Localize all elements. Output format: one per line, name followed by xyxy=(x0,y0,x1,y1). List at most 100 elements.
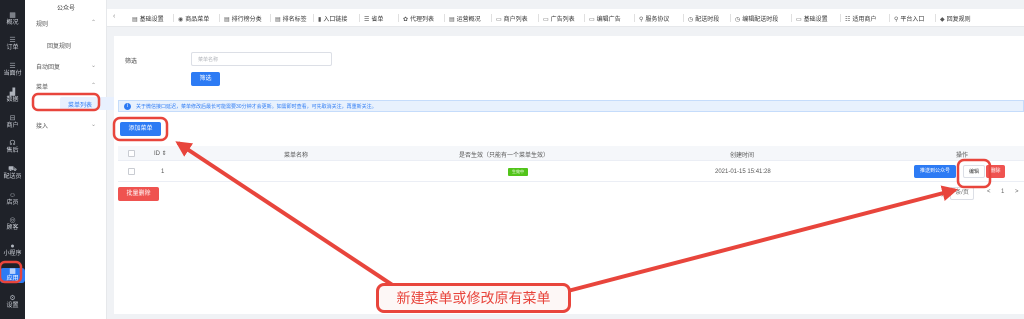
list-icon: ☰ xyxy=(9,37,16,44)
tab-divider xyxy=(538,14,539,22)
pager-next-icon[interactable]: > xyxy=(1015,189,1019,195)
select-all-checkbox[interactable] xyxy=(128,150,135,157)
tab-9[interactable]: ▭ 广告列表 xyxy=(543,14,575,23)
submenu-group[interactable]: 菜单 xyxy=(36,82,48,91)
cell-created: 2021-01-15 15:41:28 xyxy=(715,169,771,175)
tab-7[interactable]: ▤ 运营概况 xyxy=(449,14,481,23)
user-icon: ☺ xyxy=(8,192,17,199)
info-icon: i xyxy=(124,103,131,110)
nav-item-10[interactable]: ▦ 应用 xyxy=(0,268,25,283)
tab-label: 运营概况 xyxy=(456,17,481,23)
tab-icon: ⚲ xyxy=(894,17,899,23)
nav-item-label: 店员 xyxy=(6,200,19,206)
add-menu-button[interactable]: 添加菜单 xyxy=(120,122,161,136)
tab-divider xyxy=(889,14,890,22)
nav-item-4[interactable]: ⊟ 商户 xyxy=(0,115,25,130)
tab-divider xyxy=(634,14,635,22)
tab-scroll-left-icon[interactable]: ‹ xyxy=(113,13,115,20)
tab-icon: ▮ xyxy=(318,17,322,23)
pager-total: 共 xyxy=(941,192,948,198)
delete-button[interactable]: 删除 xyxy=(986,165,1005,178)
push-to-official-account-button[interactable]: 推送到公众号 xyxy=(914,165,956,178)
nav-item-5[interactable]: ☊ 售后 xyxy=(0,140,25,155)
tab-4[interactable]: ▮ 入口链接 xyxy=(318,14,347,23)
tab-6[interactable]: ✿ 代理列表 xyxy=(403,14,434,23)
col-created: 创建时间 xyxy=(730,153,755,159)
nav-item-label: 应用 xyxy=(6,276,19,282)
nav-item-label: 配送员 xyxy=(3,174,22,180)
nav-item-label: 设置 xyxy=(6,303,19,309)
tab-icon: ◷ xyxy=(735,17,741,23)
tab-icon: ▭ xyxy=(589,17,595,23)
tab-13[interactable]: ◷ 编辑配送时段 xyxy=(735,14,778,23)
submenu-title: 公众号 xyxy=(56,6,75,12)
tab-2[interactable]: ▤ 排行榜分类 xyxy=(224,14,262,23)
tab-label: 编辑广告 xyxy=(596,17,621,23)
headset-icon: ☊ xyxy=(9,140,16,147)
bubble-icon: ● xyxy=(10,243,15,250)
submenu-group[interactable]: 规则 xyxy=(36,19,48,28)
filter-button[interactable]: 筛选 xyxy=(191,72,220,86)
nav-item-label: 商户 xyxy=(6,123,19,129)
shop-icon: ⊟ xyxy=(9,115,16,122)
nav-item-3[interactable]: ▟ 数据 xyxy=(0,89,25,104)
tab-icon: ☰ xyxy=(364,17,370,23)
tab-label: 回复规则 xyxy=(946,17,971,23)
chevron-down-icon[interactable]: ⌄ xyxy=(91,121,96,128)
nav-item-8[interactable]: ◎ 顾客 xyxy=(0,217,25,232)
menu-name-search-input[interactable]: 菜单名称 xyxy=(191,52,332,66)
main-nav-rail: ▦ 概况 ☰ 订单 ☰ 当面付 ▟ 数据 ⊟ 商户 ☊ 售后 ⛟ 配送员 ☺ 店员 ◎ 顾客 ● 小程序 ▦ 应用 ⚙ 设置 xyxy=(0,0,25,319)
tab-14[interactable]: ▭ 基础设置 xyxy=(796,14,828,23)
nav-item-0[interactable]: ▦ 概况 xyxy=(0,12,25,27)
tab-divider xyxy=(935,14,936,22)
tab-divider xyxy=(313,14,314,22)
chevron-up-icon[interactable]: ⌃ xyxy=(91,19,96,26)
submenu-group[interactable]: 接入 xyxy=(36,121,48,130)
tab-divider xyxy=(491,14,492,22)
pager-prev-icon[interactable]: < xyxy=(987,189,991,195)
nav-item-1[interactable]: ☰ 订单 xyxy=(0,37,25,52)
submenu-group[interactable]: 自动回复 xyxy=(36,62,60,71)
tab-icon: ▤ xyxy=(224,17,230,23)
tab-5[interactable]: ☰ 省单 xyxy=(364,14,383,23)
tab-16[interactable]: ⚲ 平台入口 xyxy=(894,14,924,23)
tab-15[interactable]: ☷ 适用商户 xyxy=(845,14,876,23)
col-effective: 是否生效（只能有一个菜单生效） xyxy=(459,153,550,159)
tab-label: 代理列表 xyxy=(410,17,435,23)
pager-current-page[interactable]: 1 xyxy=(1001,189,1004,195)
submenu-item-label: 菜单列表 xyxy=(68,103,93,109)
tab-0[interactable]: ▤ 基础设置 xyxy=(132,14,164,23)
car-icon: ⛟ xyxy=(8,166,17,173)
page-size-select[interactable]: 条/页 xyxy=(950,187,974,200)
edit-button[interactable]: 编辑 xyxy=(963,165,985,178)
tab-icon: ▭ xyxy=(543,17,549,23)
tab-label: 省单 xyxy=(371,17,384,23)
tab-1[interactable]: ◉ 商品菜单 xyxy=(178,14,209,23)
submenu-item[interactable]: 回复规则 xyxy=(47,41,71,50)
tab-17[interactable]: ◆ 回复规则 xyxy=(940,14,971,23)
bulk-delete-button[interactable]: 批量删除 xyxy=(118,187,159,201)
nav-item-6[interactable]: ⛟ 配送员 xyxy=(0,166,25,181)
tab-icon: ▭ xyxy=(496,17,502,23)
submenu-item-menu-list[interactable]: 菜单列表 xyxy=(60,97,121,110)
chevron-up-icon[interactable]: ⌃ xyxy=(91,82,96,89)
chevron-down-icon[interactable]: ⌄ xyxy=(91,62,96,69)
tab-12[interactable]: ◷ 配送时段 xyxy=(688,14,719,23)
tab-divider xyxy=(398,14,399,22)
tab-label: 平台入口 xyxy=(900,17,925,23)
tab-11[interactable]: ⚲ 服务协议 xyxy=(639,14,669,23)
nav-item-label: 订单 xyxy=(6,45,19,51)
nav-item-9[interactable]: ● 小程序 xyxy=(0,243,25,258)
nav-item-11[interactable]: ⚙ 设置 xyxy=(0,295,25,310)
nav-item-2[interactable]: ☰ 当面付 xyxy=(0,63,25,78)
col-id[interactable]: ID ⇕ xyxy=(154,150,167,157)
tab-label: 配送时段 xyxy=(695,17,720,23)
gear-icon: ⚙ xyxy=(9,295,16,302)
nav-item-7[interactable]: ☺ 店员 xyxy=(0,192,25,207)
tab-8[interactable]: ▭ 商户列表 xyxy=(496,14,528,23)
tab-bar: ‹ ▤ 基础设置 ◉ 商品菜单 ▤ 排行榜分类 ▤ 排名标签 ▮ 入口链接 ☰ 省单 ✿ 代理列表 ▤ 运营概… xyxy=(107,9,1024,27)
tab-10[interactable]: ▭ 编辑广告 xyxy=(589,14,621,23)
tab-label: 广告列表 xyxy=(550,17,575,23)
row-checkbox[interactable] xyxy=(128,168,135,175)
tab-3[interactable]: ▤ 排名标签 xyxy=(275,14,307,23)
